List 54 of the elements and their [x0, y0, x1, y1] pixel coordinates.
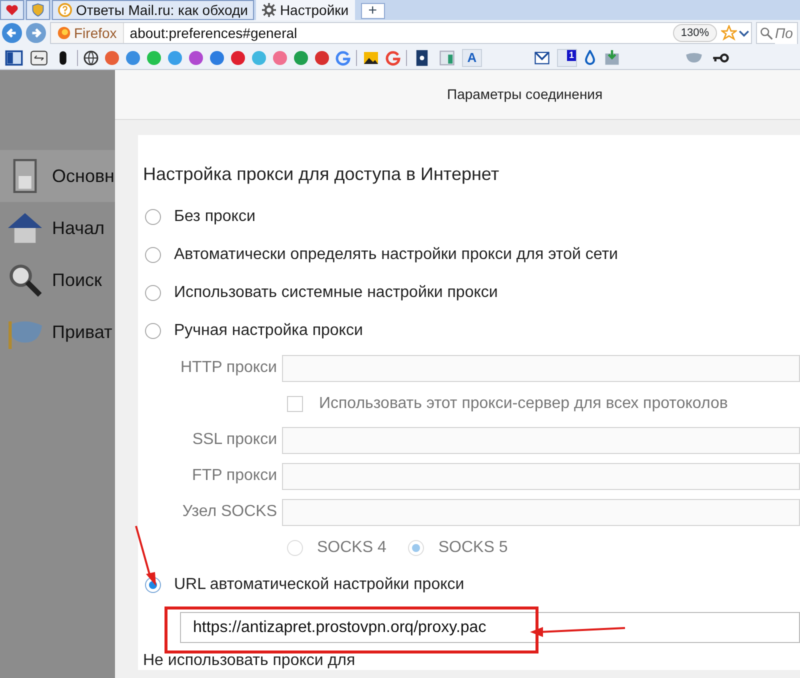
circle-icon[interactable] — [230, 50, 246, 66]
download-icon[interactable] — [603, 48, 621, 66]
heart-icon — [5, 3, 19, 17]
back-icon[interactable] — [2, 23, 22, 43]
field-label: FTP прокси — [191, 466, 278, 486]
radio-button[interactable] — [145, 285, 161, 301]
arc-icon[interactable] — [385, 50, 401, 66]
radio-label: Использовать системные настройки прокси — [174, 283, 498, 303]
radio-label: URL автоматической настройки прокси — [174, 575, 464, 595]
radio-button[interactable] — [145, 323, 161, 339]
forward-icon[interactable] — [26, 23, 46, 43]
radio-label: SOCKS 5 — [438, 538, 508, 558]
section-label: Не использовать прокси для — [143, 651, 356, 670]
circle-icon[interactable] — [272, 50, 288, 66]
shield-icon — [31, 3, 45, 17]
radio-button[interactable] — [145, 247, 161, 263]
house-icon — [8, 211, 42, 245]
image-icon[interactable] — [362, 50, 380, 66]
radio-label: Без прокси — [174, 207, 256, 227]
circle-icon[interactable] — [251, 50, 267, 66]
browser-tab[interactable]: Ответы Mail.ru: как обходи — [52, 0, 254, 20]
annotation-arrow — [135, 526, 156, 586]
field-label: HTTP прокси — [179, 358, 278, 378]
radio-label: Ручная настройка прокси — [174, 321, 363, 341]
sidebar-item[interactable]: Основн — [0, 150, 115, 202]
field-label: SSL прокси — [191, 430, 278, 450]
field-label: Узел SOCKS — [181, 502, 278, 522]
dialog-title: Параметры соединения — [115, 70, 800, 120]
radio-label: Автоматически определять настройки прокси для этой сети — [174, 245, 618, 265]
browser-tab[interactable] — [26, 0, 50, 20]
sidebar-item[interactable]: Приват — [0, 306, 115, 358]
arc-icon[interactable] — [335, 50, 351, 66]
url-field[interactable]: https://antizapret.prostovpn.orq/proxy.pac — [180, 612, 800, 643]
section-heading: Настройка прокси для доступа в Интернет — [143, 163, 500, 186]
globe-icon[interactable] — [83, 50, 99, 66]
letter-tile[interactable]: A — [462, 48, 482, 66]
radio-label: SOCKS 4 — [317, 538, 386, 558]
browser-tab[interactable] — [0, 0, 24, 20]
sidebar-icon[interactable] — [4, 48, 24, 66]
browser-tab[interactable]: Настройки — [256, 0, 355, 20]
radio-button[interactable] — [145, 209, 161, 225]
tile-icon[interactable] — [437, 48, 457, 66]
circle-icon[interactable] — [104, 50, 120, 66]
checkbox-label: Использовать этот прокси-сервер для всех протоколов — [319, 394, 728, 414]
notification-tile[interactable]: 1 — [557, 48, 577, 66]
sidebar-item[interactable]: Начал — [0, 202, 115, 254]
magnifier-icon — [8, 263, 42, 297]
reader-icon[interactable] — [29, 48, 49, 66]
help-icon — [58, 3, 72, 17]
search-icon — [760, 26, 773, 40]
settings-icon — [262, 3, 276, 17]
sidebar-item[interactable]: Поиск — [0, 254, 115, 306]
search-field[interactable]: По — [756, 22, 798, 44]
new-tab-button[interactable]: + — [360, 3, 385, 19]
